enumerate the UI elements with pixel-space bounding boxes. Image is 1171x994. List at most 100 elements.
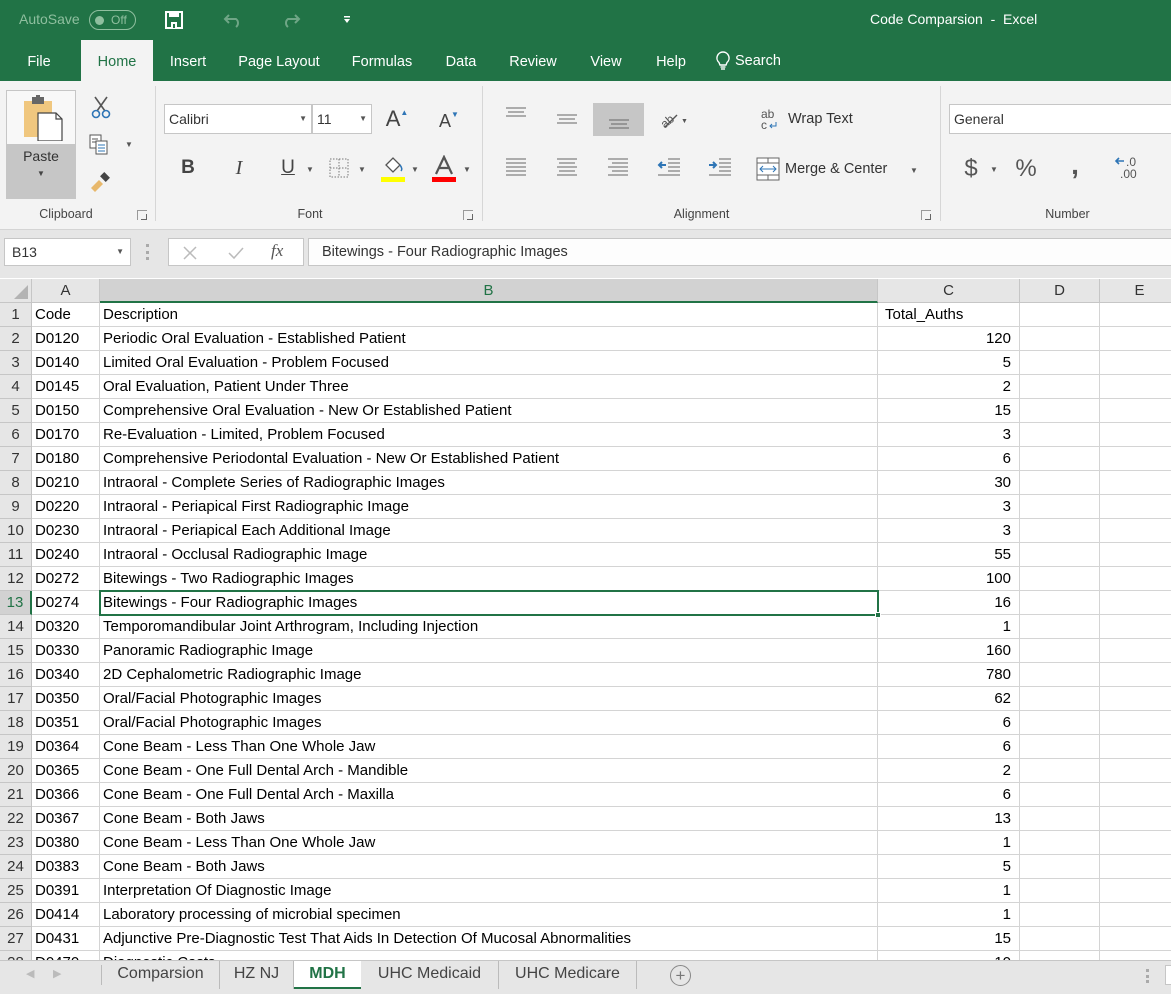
cell-empty[interactable] <box>1020 519 1100 543</box>
merge-center-dropdown-icon[interactable]: ▼ <box>910 166 918 175</box>
cell-empty[interactable] <box>1020 327 1100 351</box>
cell-code[interactable]: D0380 <box>32 831 100 855</box>
cell-total-auths[interactable]: 15 <box>878 927 1020 951</box>
cell-description[interactable]: Temporomandibular Joint Arthrogram, Incl… <box>100 615 878 639</box>
copy-dropdown-icon[interactable]: ▼ <box>125 140 133 149</box>
merge-center-icon[interactable] <box>756 157 780 181</box>
middle-align-icon[interactable] <box>555 107 579 131</box>
cell-code[interactable]: D0210 <box>32 471 100 495</box>
cell-empty[interactable] <box>1100 759 1171 783</box>
name-box[interactable]: B13 ▼ <box>4 238 131 266</box>
cell-empty[interactable] <box>1100 399 1171 423</box>
cell-empty[interactable] <box>1100 447 1171 471</box>
wrap-text-button[interactable]: Wrap Text <box>788 111 853 127</box>
insert-function-icon[interactable]: fx <box>271 241 283 261</box>
top-align-icon[interactable] <box>504 103 528 127</box>
cell-total-auths[interactable]: 6 <box>878 735 1020 759</box>
align-left-icon[interactable] <box>504 156 528 180</box>
horizontal-scrollbar[interactable] <box>1165 965 1171 985</box>
add-sheet-icon[interactable]: + <box>670 965 691 986</box>
row-header[interactable]: 24 <box>0 855 32 879</box>
cell-total-auths[interactable]: 3 <box>878 423 1020 447</box>
cell-empty[interactable] <box>1020 855 1100 879</box>
cell-empty[interactable] <box>1020 567 1100 591</box>
cell-description[interactable]: 2D Cephalometric Radiographic Image <box>100 663 878 687</box>
cell-total-auths[interactable]: 6 <box>878 711 1020 735</box>
font-launcher-icon[interactable] <box>463 210 473 220</box>
cell-total-auths[interactable]: 13 <box>878 807 1020 831</box>
cell-code[interactable]: D0367 <box>32 807 100 831</box>
tab-view[interactable]: View <box>580 40 632 81</box>
cell-empty[interactable] <box>1020 687 1100 711</box>
cell-code[interactable]: D0220 <box>32 495 100 519</box>
cell-empty[interactable] <box>1020 351 1100 375</box>
cell-code[interactable]: D0240 <box>32 543 100 567</box>
row-header[interactable]: 27 <box>0 927 32 951</box>
cell-code[interactable]: D0230 <box>32 519 100 543</box>
row-header[interactable]: 6 <box>0 423 32 447</box>
number-format-select[interactable]: General <box>949 104 1171 134</box>
cell-empty[interactable] <box>1100 567 1171 591</box>
increase-decimal-icon[interactable]: .0.00 <box>1114 153 1142 183</box>
cell-total-auths[interactable]: 160 <box>878 639 1020 663</box>
prev-sheet-icon[interactable]: ◀ <box>26 967 34 980</box>
cell-description[interactable]: Cone Beam - One Full Dental Arch - Maxil… <box>100 783 878 807</box>
row-header[interactable]: 20 <box>0 759 32 783</box>
cell-empty[interactable] <box>1100 711 1171 735</box>
row-header[interactable]: 21 <box>0 783 32 807</box>
cell-c1[interactable]: Total_Auths <box>878 303 1020 327</box>
cell-description[interactable]: Intraoral - Periapical First Radiographi… <box>100 495 878 519</box>
cancel-icon[interactable] <box>183 246 197 260</box>
cell-code[interactable]: D0330 <box>32 639 100 663</box>
decrease-font-size-icon[interactable]: A ▼ <box>436 107 462 135</box>
cell-empty[interactable] <box>1100 879 1171 903</box>
cell-code[interactable]: D0351 <box>32 711 100 735</box>
cell-total-auths[interactable]: 6 <box>878 783 1020 807</box>
cell-total-auths[interactable]: 120 <box>878 327 1020 351</box>
cell-empty[interactable] <box>1100 495 1171 519</box>
row-header[interactable]: 18 <box>0 711 32 735</box>
row-header[interactable]: 11 <box>0 543 32 567</box>
sheet-tab-comparsion[interactable]: Comparsion <box>102 961 220 989</box>
cell-code[interactable]: D0350 <box>32 687 100 711</box>
cell-code[interactable]: D0145 <box>32 375 100 399</box>
cell-empty[interactable] <box>1020 759 1100 783</box>
cell-empty[interactable] <box>1020 639 1100 663</box>
save-icon[interactable] <box>163 9 185 31</box>
row-header[interactable]: 10 <box>0 519 32 543</box>
column-header-c[interactable]: C <box>878 279 1020 303</box>
cell-empty[interactable] <box>1020 615 1100 639</box>
cell-empty[interactable] <box>1100 639 1171 663</box>
cell-total-auths[interactable]: 3 <box>878 519 1020 543</box>
cell-code[interactable]: D0170 <box>32 423 100 447</box>
cell-empty[interactable] <box>1020 831 1100 855</box>
align-right-icon[interactable] <box>606 156 630 180</box>
cell-empty[interactable] <box>1020 375 1100 399</box>
autosave-toggle[interactable]: Off <box>89 10 136 30</box>
tab-help[interactable]: Help <box>646 40 696 81</box>
sheet-tab-hz-nj[interactable]: HZ NJ <box>220 961 294 989</box>
column-header-b[interactable]: B <box>100 279 878 303</box>
enter-icon[interactable] <box>228 246 244 260</box>
row-header[interactable]: 23 <box>0 831 32 855</box>
row-header[interactable]: 22 <box>0 807 32 831</box>
borders-dropdown-icon[interactable]: ▼ <box>358 165 366 174</box>
cell-total-auths[interactable]: 62 <box>878 687 1020 711</box>
cell-code[interactable]: D0320 <box>32 615 100 639</box>
sheet-tab-uhc-medicare[interactable]: UHC Medicare <box>499 961 637 989</box>
cell-description[interactable]: Comprehensive Periodontal Evaluation - N… <box>100 447 878 471</box>
cell-empty[interactable] <box>1020 495 1100 519</box>
cell-description[interactable]: Limited Oral Evaluation - Problem Focuse… <box>100 351 878 375</box>
customize-qat-icon[interactable] <box>336 9 358 31</box>
cell-total-auths[interactable]: 55 <box>878 543 1020 567</box>
tab-review[interactable]: Review <box>500 40 566 81</box>
cell-description[interactable]: Cone Beam - One Full Dental Arch - Mandi… <box>100 759 878 783</box>
increase-indent-icon[interactable] <box>708 156 732 180</box>
cell-code[interactable]: D0274 <box>32 591 100 615</box>
bottom-align-icon[interactable] <box>593 103 644 136</box>
sheet-tab-mdh[interactable]: MDH <box>294 961 361 989</box>
copy-icon[interactable] <box>86 131 112 157</box>
cell-description[interactable]: Intraoral - Periapical Each Additional I… <box>100 519 878 543</box>
row-header[interactable]: 15 <box>0 639 32 663</box>
cell-empty[interactable] <box>1020 399 1100 423</box>
